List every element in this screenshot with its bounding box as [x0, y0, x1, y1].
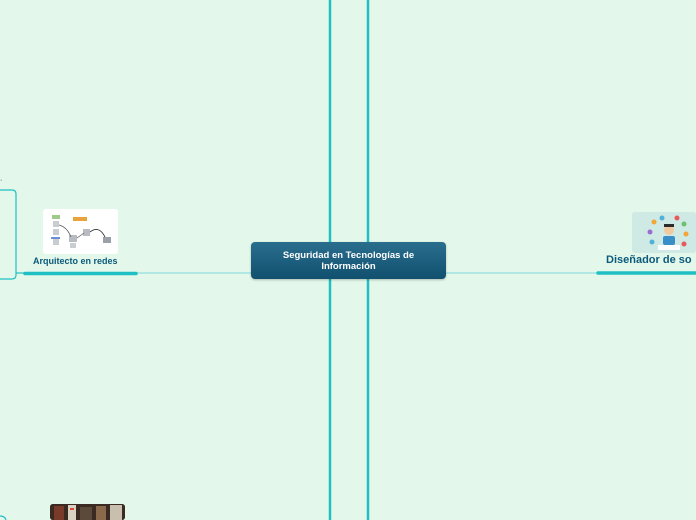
server-room-image[interactable] [50, 504, 125, 520]
left-edge-topic-fragment: ˙ [0, 180, 3, 187]
topic-label-arquitecto-en-redes[interactable]: Arquitecto en redes [33, 256, 118, 266]
software-designer-icon [632, 212, 696, 253]
network-diagram-icon [43, 209, 118, 254]
server-room-icon [50, 504, 125, 520]
left-subtopic-bracket [0, 189, 17, 280]
central-topic-title: Seguridad en Tecnologías de Información [282, 249, 415, 272]
central-topic-node[interactable]: Seguridad en Tecnologías de Información [251, 242, 446, 279]
topic-label-disenador-de-software[interactable]: Diseñador de so [606, 254, 692, 266]
network-diagram-image[interactable] [43, 209, 118, 254]
bottom-left-bracket [0, 515, 7, 520]
mind-map-canvas[interactable]: Seguridad en Tecnologías de Información … [0, 0, 696, 520]
software-designer-image[interactable] [632, 212, 696, 253]
